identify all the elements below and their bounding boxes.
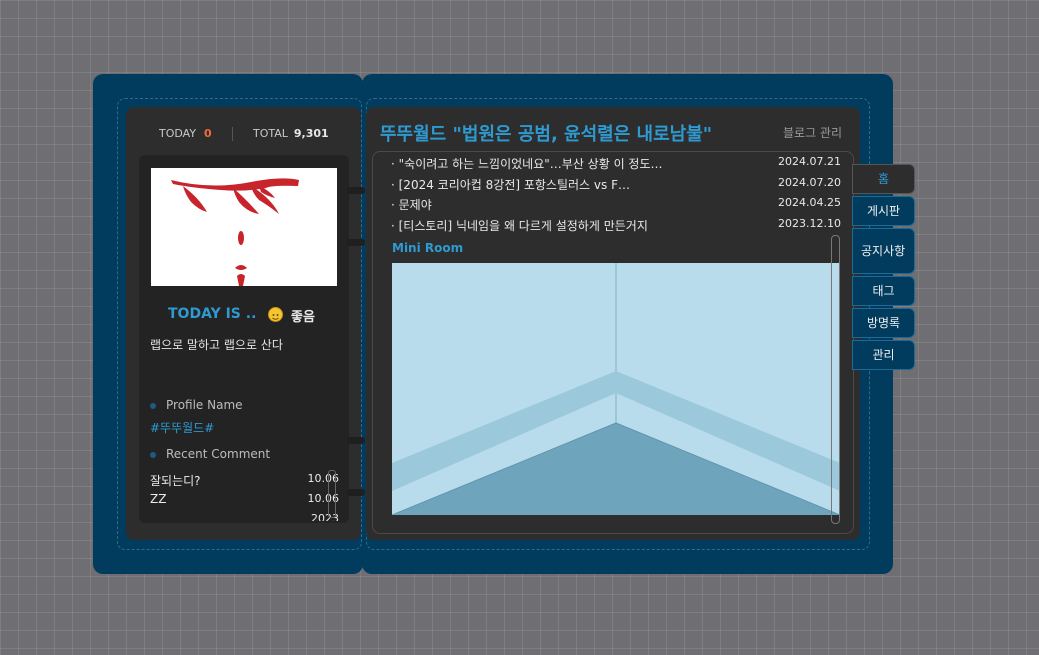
comment-scrollbar[interactable] (328, 470, 336, 518)
mini-room-label: Mini Room (392, 241, 464, 255)
content-scrollbar[interactable] (831, 235, 840, 524)
binder-ring (347, 437, 365, 444)
comment-row[interactable]: 잘되는디? 10.06 (150, 472, 339, 489)
blog-admin-link[interactable]: 블로그 관리 (783, 124, 842, 141)
comment-row[interactable]: ZZ 10.06 (150, 492, 339, 506)
bullet-icon (150, 451, 156, 458)
profile-name-label: Profile Name (166, 398, 243, 412)
tab-notice[interactable]: 공지사항 (852, 228, 915, 274)
post-row[interactable]: · [2024 코리아컵 8강전] 포항스틸러스 vs F… 2024.07.20 (391, 176, 841, 196)
post-row[interactable]: · [티스토리] 닉네임을 왜 다르게 설정하게 만든거지 2023.12.10 (391, 217, 841, 237)
post-date: 2024.04.25 (778, 196, 841, 209)
visitor-counter: TODAY 0 TOTAL 9,301 (126, 127, 361, 141)
profile-name-link[interactable]: #뚜뚜월드# (150, 419, 214, 436)
counter-divider (232, 127, 233, 141)
mini-room-scene (391, 263, 841, 516)
profile-name-heading: Profile Name (150, 398, 243, 412)
today-is-label: TODAY IS .. (168, 306, 257, 322)
smiley-face-glyph (272, 314, 279, 320)
blog-title[interactable]: 뚜뚜월드 "법원은 공범, 윤석렬은 내로남불" (380, 120, 712, 146)
recent-comment-heading: Recent Comment (150, 447, 270, 461)
post-row[interactable]: · "숙이려고 하는 느낌이었네요"…부산 상황 이 정도… 2024.07.21 (391, 155, 841, 175)
post-date: 2024.07.21 (778, 155, 841, 168)
comment-text: ZZ (150, 492, 167, 506)
binder-ring (347, 239, 365, 246)
post-title: · 문제야 (391, 198, 432, 212)
mini-room[interactable] (391, 263, 841, 516)
post-title: · "숙이려고 하는 느낌이었네요"…부산 상황 이 정도… (391, 157, 663, 171)
tab-guestbook[interactable]: 방명록 (852, 308, 915, 338)
today-counter: TODAY 0 (159, 127, 212, 140)
profile-artwork (171, 178, 299, 286)
tab-board[interactable]: 게시판 (852, 196, 915, 226)
recent-comment-label: Recent Comment (166, 447, 271, 461)
tab-home[interactable]: 홈 (852, 164, 915, 194)
status-message: 랩으로 말하고 랩으로 산다 (150, 338, 283, 352)
tab-admin[interactable]: 관리 (852, 340, 915, 370)
total-counter: TOTAL 9,301 (253, 127, 329, 140)
smiley-face-icon (268, 307, 283, 322)
recent-comment-list: 잘되는디? 10.06 ZZ 10.06 2023 (140, 466, 340, 521)
bullet-icon (150, 402, 156, 409)
binder-ring (347, 187, 365, 194)
post-title: · [티스토리] 닉네임을 왜 다르게 설정하게 만든거지 (391, 219, 648, 233)
comment-text: 잘되는디? (150, 474, 201, 488)
total-count: 9,301 (293, 127, 329, 140)
post-title: · [2024 코리아컵 8강전] 포항스틸러스 vs F… (391, 178, 630, 192)
binder-ring (347, 489, 365, 496)
total-label: TOTAL (253, 127, 288, 140)
post-date: 2023.12.10 (778, 217, 841, 230)
post-date: 2024.07.20 (778, 176, 841, 189)
today-label: TODAY (159, 127, 197, 140)
mood-value: 좋음 (291, 310, 315, 325)
tab-tag[interactable]: 태그 (852, 276, 915, 306)
today-count: 0 (204, 127, 212, 140)
post-row[interactable]: · 문제야 2024.04.25 (391, 196, 841, 216)
recent-post-list: · "숙이려고 하는 느낌이었네요"…부산 상황 이 정도… 2024.07.21… (391, 155, 841, 237)
profile-image[interactable] (151, 168, 337, 286)
